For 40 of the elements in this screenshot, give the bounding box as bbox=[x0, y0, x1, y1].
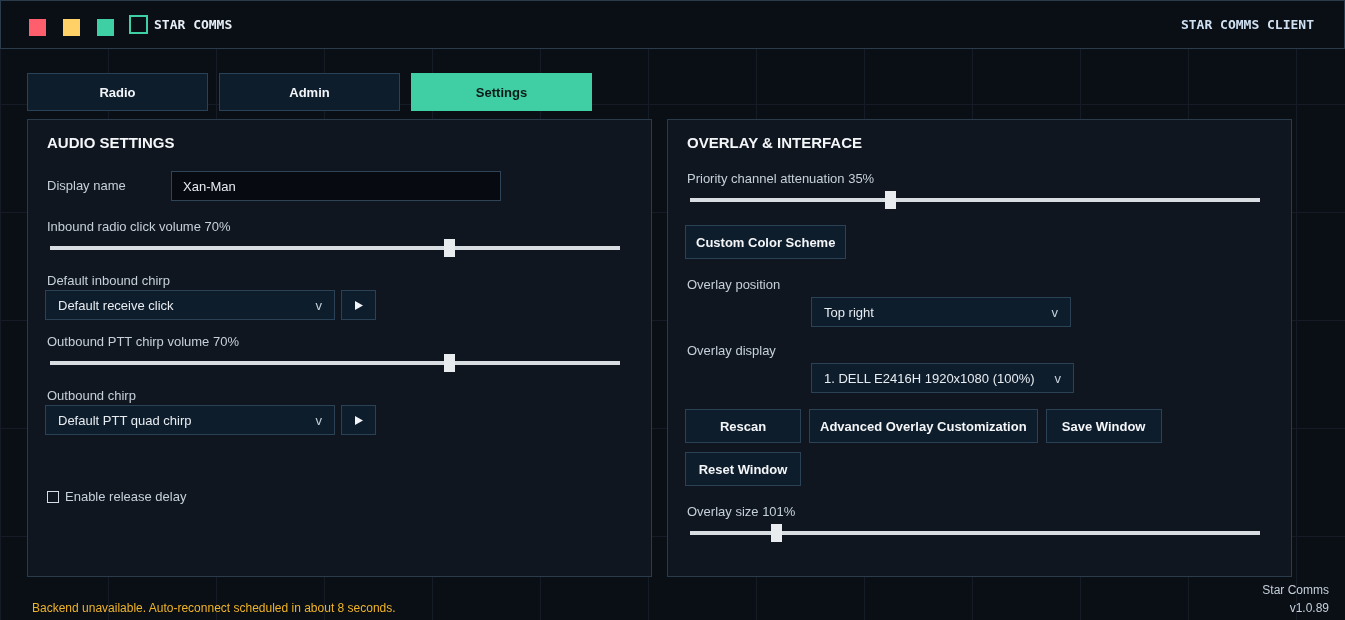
action-button[interactable]: Reset Window bbox=[685, 452, 801, 486]
dropdown[interactable]: Top right v bbox=[811, 297, 1071, 327]
play-button[interactable] bbox=[341, 290, 376, 320]
logo-icon bbox=[129, 15, 148, 34]
slider-thumb[interactable] bbox=[444, 354, 455, 372]
slider-label: Inbound radio click volume 70% bbox=[47, 219, 232, 235]
slider-label: Overlay size 101% bbox=[687, 504, 797, 520]
checkbox-label: Enable release delay bbox=[65, 489, 187, 505]
tab[interactable]: Settings bbox=[411, 73, 592, 111]
play-icon bbox=[354, 415, 363, 425]
tab[interactable]: Radio bbox=[27, 73, 208, 111]
action-button[interactable]: Save Window bbox=[1045, 409, 1162, 443]
display-name-field[interactable]: Xan-Man bbox=[171, 171, 501, 201]
panel-title: OVERLAY & INTERFACE bbox=[687, 134, 864, 151]
select-label: Overlay display bbox=[687, 343, 777, 359]
panel-title: AUDIO SETTINGS bbox=[47, 134, 176, 151]
slider-thumb[interactable] bbox=[884, 191, 896, 209]
field-label: Display name bbox=[47, 178, 127, 194]
dropdown[interactable]: Default PTT quad chirp v bbox=[45, 405, 335, 435]
select-label: Default inbound chirp bbox=[47, 273, 171, 289]
status-message: Backend unavailable. Auto-reconnect scheduled in about 8 seconds. bbox=[32, 601, 396, 615]
action-button[interactable]: Rescan bbox=[685, 409, 801, 443]
app-name: Star Comms bbox=[1262, 582, 1329, 599]
dropdown[interactable]: 1. DELL E2416H 1920x1080 (100%) v bbox=[811, 363, 1075, 393]
checkbox[interactable] bbox=[47, 491, 59, 503]
action-button[interactable]: Advanced Overlay Customization bbox=[809, 409, 1038, 443]
select-label: Outbound chirp bbox=[47, 388, 137, 404]
select-label: Overlay position bbox=[687, 277, 782, 293]
version-label: v1.0.89 bbox=[1288, 600, 1329, 617]
window-title: STAR COMMS CLIENT bbox=[1180, 17, 1314, 32]
play-button[interactable] bbox=[341, 405, 376, 435]
play-icon bbox=[354, 300, 363, 310]
app-title: STAR COMMS bbox=[154, 17, 233, 32]
slider-thumb[interactable] bbox=[770, 524, 782, 542]
slider-label: Outbound PTT chirp volume 70% bbox=[47, 334, 240, 350]
tab[interactable]: Admin bbox=[219, 73, 400, 111]
action-button[interactable]: Custom Color Scheme bbox=[685, 225, 847, 259]
slider-thumb[interactable] bbox=[444, 239, 455, 257]
slider-label: Priority channel attenuation 35% bbox=[687, 171, 876, 187]
dropdown[interactable]: Default receive click v bbox=[45, 290, 335, 320]
